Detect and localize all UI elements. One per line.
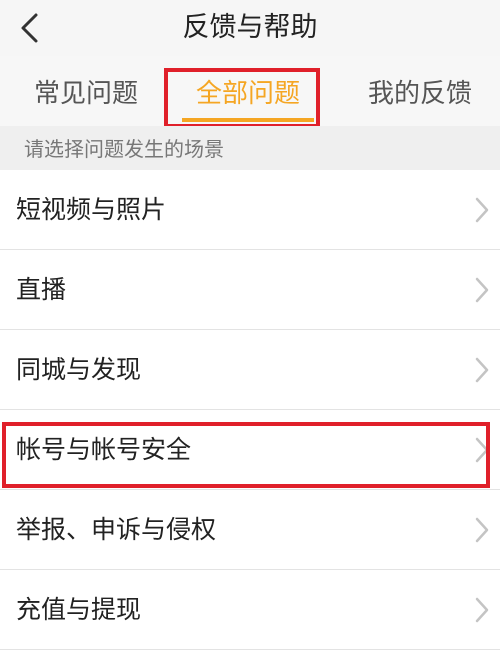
- chevron-right-icon: [474, 356, 490, 384]
- tab-my-feedback[interactable]: 我的反馈: [352, 56, 488, 126]
- list-item-label: 直播: [16, 275, 67, 304]
- top-bar: 反馈与帮助: [0, 0, 500, 56]
- tab-bar: 常见问题 全部问题 我的反馈: [0, 56, 500, 126]
- list-item-recharge-withdraw[interactable]: 充值与提现: [0, 570, 500, 650]
- active-tab-indicator: [182, 118, 314, 122]
- list-item-label: 同城与发现: [16, 355, 142, 384]
- chevron-right-icon: [474, 276, 490, 304]
- chevron-right-icon: [474, 436, 490, 464]
- list-item-nearby[interactable]: 同城与发现: [0, 330, 500, 410]
- section-label-text: 请选择问题发生的场景: [24, 137, 224, 161]
- chevron-left-icon: [21, 13, 38, 43]
- list-item-report-appeal[interactable]: 举报、申诉与侵权: [0, 490, 500, 570]
- chevron-right-icon: [474, 596, 490, 624]
- list-item-label: 帐号与帐号安全: [16, 435, 192, 464]
- chevron-right-icon: [474, 516, 490, 544]
- back-button[interactable]: [14, 10, 50, 46]
- tab-all-questions[interactable]: 全部问题: [180, 56, 316, 126]
- list-item-short-video[interactable]: 短视频与照片: [0, 170, 500, 250]
- chevron-right-icon: [474, 196, 490, 224]
- list-item-live[interactable]: 直播: [0, 250, 500, 330]
- tab-common-questions[interactable]: 常见问题: [18, 56, 154, 126]
- list-item-label: 充值与提现: [16, 595, 142, 624]
- section-header: 请选择问题发生的场景: [0, 126, 500, 170]
- list-item-account-security[interactable]: 帐号与帐号安全: [0, 410, 500, 490]
- list-item-label: 举报、申诉与侵权: [16, 515, 217, 544]
- page-title: 反馈与帮助: [182, 12, 318, 43]
- list-item-label: 短视频与照片: [16, 195, 167, 224]
- scene-list: 短视频与照片 直播 同城与发现 帐号与帐号安全 举报、申诉与侵权 充值与提现: [0, 170, 500, 650]
